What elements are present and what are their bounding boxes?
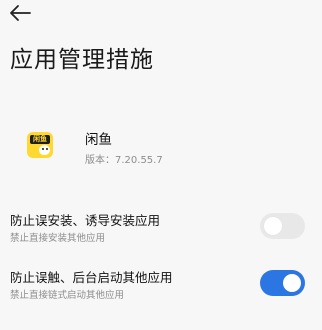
app-icon-mascot <box>39 145 50 155</box>
prevent-launch-toggle[interactable] <box>260 270 305 296</box>
toggle-knob <box>264 217 282 235</box>
app-version: 版本：7.20.55.7 <box>85 155 163 166</box>
app-icon-eye <box>46 148 48 150</box>
prevent-install-toggle[interactable] <box>260 213 305 239</box>
page-title: 应用管理措施 <box>10 47 154 73</box>
setting-prevent-launch-desc: 禁止直接链式启动其他应用 <box>10 290 125 301</box>
setting-prevent-install-title: 防止误安装、诱导安装应用 <box>10 213 161 228</box>
app-icon-eye <box>42 148 44 150</box>
back-arrow-icon <box>10 5 31 21</box>
app-management-screen: 应用管理措施 闲鱼 闲鱼 版本：7.20.55.7 防止误安装、诱导安装应用 禁… <box>0 0 322 330</box>
setting-prevent-install-desc: 禁止直接安装其他应用 <box>10 233 106 244</box>
setting-prevent-launch-title: 防止误触、后台启动其他应用 <box>10 270 173 285</box>
toggle-knob <box>283 274 301 292</box>
app-name: 闲鱼 <box>85 132 112 148</box>
app-icon-text: 闲鱼 <box>33 135 47 143</box>
back-button[interactable] <box>8 2 34 24</box>
xianyu-app-icon: 闲鱼 <box>27 132 53 158</box>
